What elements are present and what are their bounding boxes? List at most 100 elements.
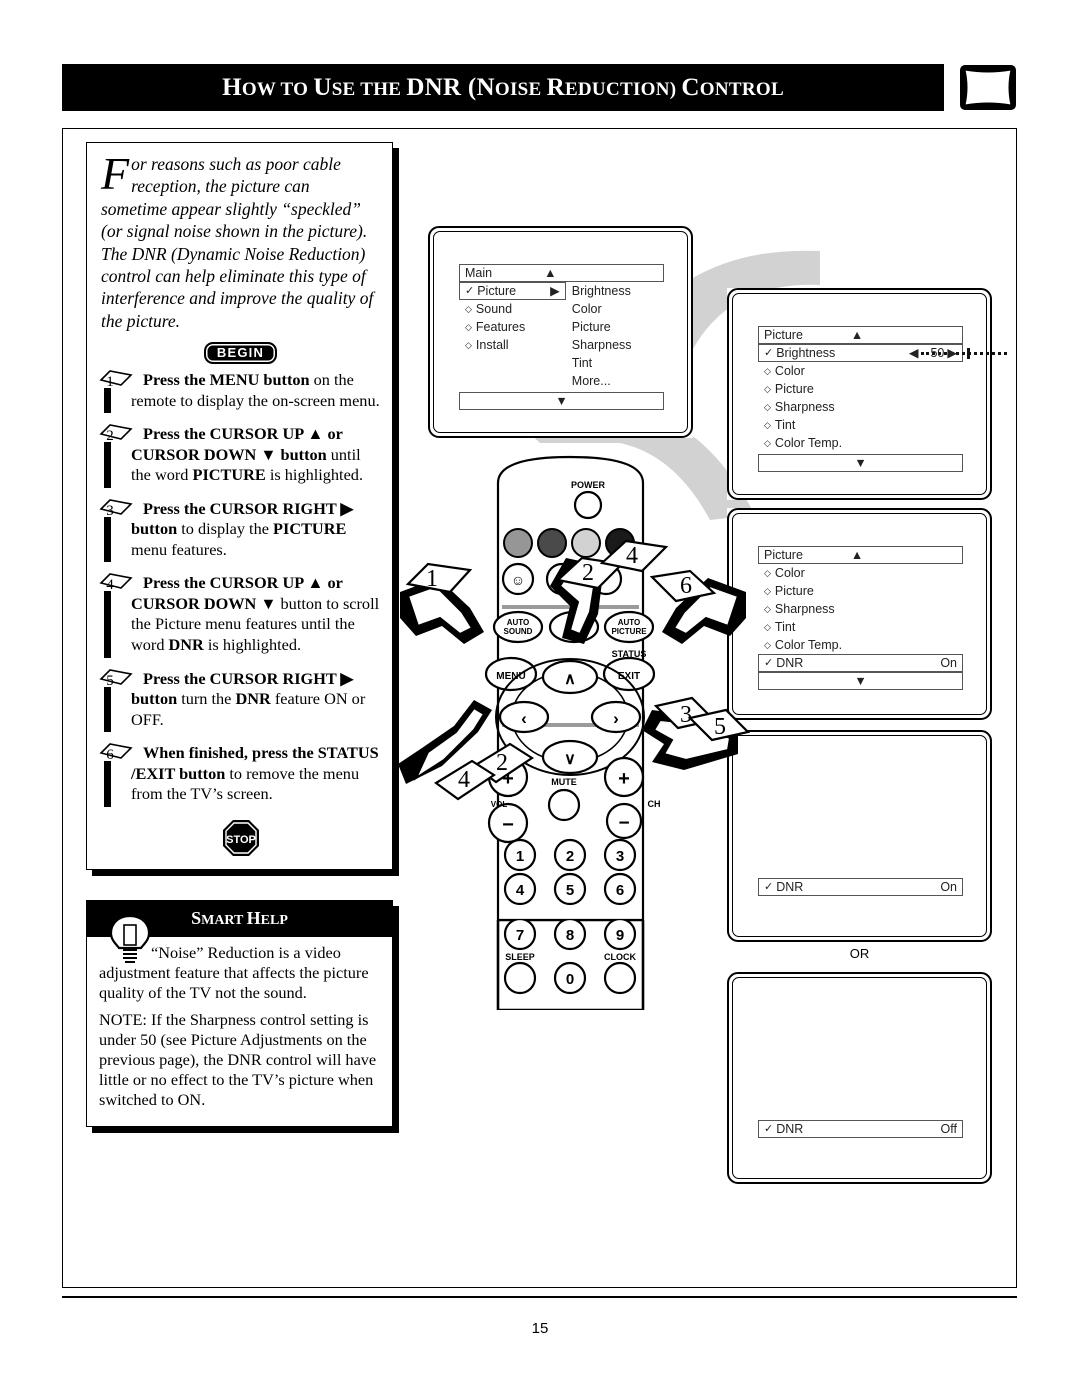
- step-text: Press the MENU button on the remote to d…: [131, 370, 380, 410]
- power-label: POWER: [571, 480, 606, 490]
- key-6: 6: [616, 882, 624, 899]
- osd-item-value: Off: [940, 1122, 957, 1136]
- minus-icon: −: [618, 813, 629, 834]
- diamond-icon: ◇: [764, 438, 771, 448]
- callout-number: 5: [714, 714, 726, 740]
- osd-footer-row[interactable]: ▼: [758, 672, 963, 690]
- osd-item-label: Picture: [477, 284, 517, 298]
- scroll-up-icon[interactable]: ▲: [851, 546, 863, 564]
- step-number-badge: 6: [99, 742, 133, 763]
- check-icon: ✓: [764, 881, 774, 893]
- osd-item-color[interactable]: ◇ Color: [758, 564, 963, 582]
- osd-item-install[interactable]: ◇ Install: [459, 336, 566, 354]
- step-rule: [104, 388, 111, 414]
- callout-number: 1: [426, 566, 438, 592]
- osd-item-picture[interactable]: ◇ Picture: [758, 380, 963, 398]
- step-1: 1 Press the MENU button on the remote to …: [99, 370, 380, 414]
- step-number-badge: 2: [99, 423, 133, 444]
- key-4: 4: [516, 882, 525, 899]
- osd-header-label: Main: [465, 266, 493, 280]
- osd-dnr-menu: Picture ▲ ◇ Color ◇ Picture ◇ Sharpness …: [758, 546, 963, 690]
- or-label: OR: [849, 946, 870, 961]
- osd-item-picture[interactable]: ◇ Picture: [758, 582, 963, 600]
- osd-item-label: Picture: [774, 584, 814, 598]
- osd-subitem[interactable]: Sharpness: [572, 336, 664, 354]
- osd-header-row: Picture ▲: [758, 546, 963, 564]
- slider-left-arrow-icon[interactable]: ◀: [909, 344, 919, 362]
- tv-screen-dnr-off: ✓ DNR Off: [727, 972, 992, 1184]
- key-2: 2: [566, 848, 574, 865]
- check-icon: ✓: [465, 285, 475, 297]
- check-icon: ✓: [764, 657, 774, 669]
- scroll-up-icon[interactable]: ▲: [851, 326, 863, 344]
- scroll-down-icon[interactable]: ▼: [854, 672, 866, 690]
- osd-item-picture[interactable]: ✓ Picture ▶: [459, 282, 566, 300]
- osd-subitem[interactable]: Color: [572, 300, 664, 318]
- key-1: 1: [516, 848, 524, 865]
- step-number-badge: 5: [99, 668, 133, 689]
- osd-item-value: On: [940, 656, 957, 670]
- osd-item-tint[interactable]: ◇ Tint: [758, 618, 963, 636]
- osd-item-label: DNR: [776, 1122, 804, 1136]
- osd-item-label: Tint: [774, 620, 796, 634]
- slider-value: 50: [930, 346, 945, 360]
- osd-item-dnr[interactable]: ✓ DNR Off: [758, 1120, 963, 1138]
- osd-item-tint[interactable]: ◇ Tint: [758, 416, 963, 434]
- osd-item-label: Tint: [774, 418, 796, 432]
- callout-number: 4: [626, 543, 638, 569]
- scroll-up-icon[interactable]: ▲: [544, 264, 556, 282]
- tv-screen-dnr-on: ✓ DNR On: [727, 730, 992, 942]
- scroll-down-icon[interactable]: ▼: [854, 454, 866, 472]
- osd-dnr-on-bar: ✓ DNR On: [758, 878, 963, 896]
- step-rule: [104, 442, 111, 488]
- osd-item-sound[interactable]: ◇ Sound: [459, 300, 566, 318]
- scroll-down-icon[interactable]: ▼: [555, 392, 567, 410]
- step-5: 5 Press the CURSOR RIGHT ▶ button turn th…: [99, 668, 380, 733]
- brightness-slider[interactable]: ◀ 50 ▶: [909, 344, 1008, 362]
- diamond-icon: ◇: [764, 586, 771, 596]
- key-7: 7: [516, 927, 524, 944]
- osd-subitem[interactable]: More...: [572, 372, 664, 390]
- sleep-label: SLEEP: [505, 952, 535, 962]
- osd-footer-row[interactable]: ▼: [758, 454, 963, 472]
- osd-item-label: Color: [774, 364, 805, 378]
- tv-bezel-inner: [732, 977, 987, 1179]
- osd-item-label: Sound: [475, 302, 513, 316]
- osd-item-dnr[interactable]: ✓ DNR On: [758, 654, 963, 672]
- osd-subitem[interactable]: Brightness: [572, 282, 664, 300]
- osd-item-features[interactable]: ◇ Features: [459, 318, 566, 336]
- slider-right-arrow-icon[interactable]: ▶: [947, 344, 957, 362]
- intro-paragraph: For reasons such as poor cable reception…: [101, 151, 380, 332]
- osd-subitem[interactable]: Tint: [572, 354, 664, 372]
- osd-item-color[interactable]: ◇ Color: [758, 362, 963, 380]
- sleep-button: [503, 961, 537, 995]
- osd-item-color-temp[interactable]: ◇ Color Temp.: [758, 434, 963, 452]
- tv-screen-main-menu: Main ▲ ✓ Picture ▶ ◇ Sound ◇ Features ◇ …: [428, 226, 693, 438]
- osd-footer-row[interactable]: ▼: [459, 392, 664, 410]
- osd-item-brightness[interactable]: ✓ Brightness ◀ 50 ▶: [758, 344, 1008, 362]
- osd-item-sharpness[interactable]: ◇ Sharpness: [758, 398, 963, 416]
- step-number-badge: 3: [99, 498, 133, 519]
- osd-item-label: Color Temp.: [774, 638, 843, 652]
- page-number: 15: [531, 1320, 549, 1337]
- osd-item-color-temp[interactable]: ◇ Color Temp.: [758, 636, 963, 654]
- osd-item-label: DNR: [776, 656, 804, 670]
- callout-badge-1: 1: [405, 562, 473, 594]
- callout-badge-6: 6: [649, 569, 717, 603]
- slider-knob[interactable]: [967, 347, 971, 359]
- osd-item-label: Sharpness: [774, 602, 835, 616]
- osd-subitem[interactable]: Picture: [572, 318, 664, 336]
- osd-main-menu: Main ▲ ✓ Picture ▶ ◇ Sound ◇ Features ◇ …: [459, 264, 664, 410]
- osd-item-dnr[interactable]: ✓ DNR On: [758, 878, 963, 896]
- stop-sign-icon: STOP: [222, 819, 259, 856]
- callout-number: 2: [582, 560, 594, 586]
- osd-item-sharpness[interactable]: ◇ Sharpness: [758, 600, 963, 618]
- osd-item-label: Picture: [774, 382, 814, 396]
- osd-item-label: Install: [475, 338, 509, 352]
- chevron-right-icon[interactable]: ▶: [550, 282, 560, 300]
- page-header-bar: HOW TO USE THE DNR (NOISE REDUCTION) CON…: [62, 64, 944, 111]
- ch-label: CH: [648, 799, 661, 809]
- diamond-icon: ◇: [764, 640, 771, 650]
- step-6: 6 When finished, press the STATUS /EXIT b…: [99, 742, 380, 807]
- osd-header-row: Main ▲: [459, 264, 664, 282]
